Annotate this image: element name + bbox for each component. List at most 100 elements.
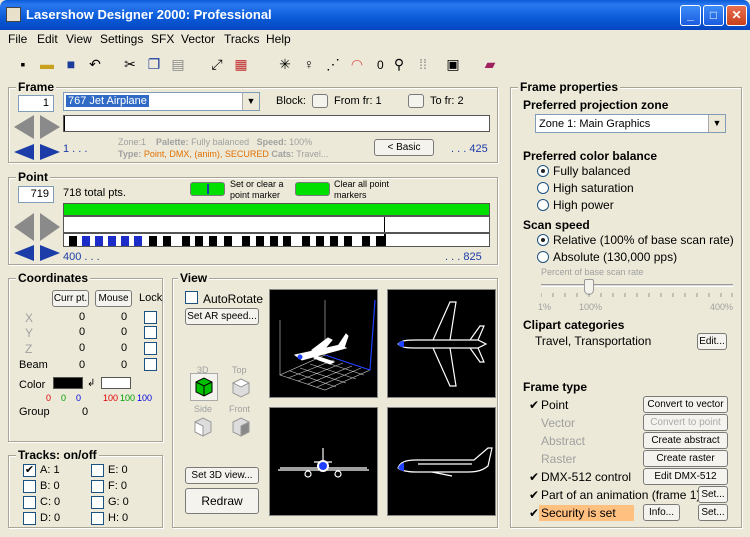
create-raster-button[interactable]: Create raster <box>643 450 728 467</box>
color-swatch-current[interactable] <box>53 377 83 389</box>
point-total: 718 total pts. <box>63 187 126 199</box>
book-icon[interactable]: ▰ <box>481 55 499 73</box>
menu-file[interactable]: File <box>8 32 27 46</box>
menu-vector[interactable]: Vector <box>181 32 215 46</box>
zoom-icon[interactable]: ⚲ <box>390 55 408 73</box>
color-swatch-mouse[interactable] <box>101 377 131 389</box>
frame-timeline[interactable] <box>63 115 490 132</box>
view-3d-button[interactable] <box>190 373 218 401</box>
track-a-checkbox[interactable]: ✔ <box>23 464 36 477</box>
point-track-top[interactable] <box>63 216 490 233</box>
edit-dmx-button[interactable]: Edit DMX-512 <box>643 468 728 485</box>
open-icon[interactable]: ▬ <box>38 55 56 73</box>
convert-to-vector-button[interactable]: Convert to vector <box>643 396 728 413</box>
coord-beam-label: Beam <box>19 359 48 371</box>
palette-icon[interactable]: ▦ <box>232 55 250 73</box>
convert-to-point-button[interactable]: Convert to point <box>643 414 728 431</box>
clear-markers-button[interactable] <box>295 182 330 196</box>
point-nav-arrows[interactable] <box>12 213 62 263</box>
menu-tracks[interactable]: Tracks <box>224 32 260 46</box>
sparkle-icon[interactable]: ✳ <box>276 55 294 73</box>
radio-relative[interactable] <box>537 234 549 246</box>
viewport-front[interactable] <box>269 407 378 516</box>
radio-fully-balanced[interactable] <box>537 165 549 177</box>
radio-high-saturation[interactable] <box>537 182 549 194</box>
lock-beam-checkbox[interactable] <box>144 358 157 371</box>
frame-name-combo[interactable]: 767 Jet Airplane ▼ <box>63 92 260 111</box>
type-point-label: Point <box>541 398 569 412</box>
track-d-checkbox[interactable] <box>23 512 36 525</box>
copy-icon[interactable]: ❐ <box>145 55 163 73</box>
autorotate-checkbox[interactable] <box>185 291 198 304</box>
view-front-button[interactable] <box>228 414 254 440</box>
frame-nav-arrows[interactable] <box>12 115 62 161</box>
track-h-checkbox[interactable] <box>91 512 104 525</box>
tracks-title: Tracks: on/off <box>16 448 99 462</box>
radio-high-power[interactable] <box>537 199 549 211</box>
new-icon[interactable]: ▪ <box>14 55 32 73</box>
slider-label: Percent of base scan rate <box>541 267 644 277</box>
security-info-button[interactable]: Info... <box>643 504 680 521</box>
frame-number[interactable]: 1 <box>18 95 54 112</box>
chevron-down-icon[interactable]: ▼ <box>708 115 725 132</box>
coord-y-a: 0 <box>79 326 86 338</box>
grid-icon[interactable]: ⁞⁞ <box>414 55 432 73</box>
fit-icon[interactable]: ⤢ <box>208 55 226 73</box>
track-c-checkbox[interactable] <box>23 496 36 509</box>
lock-x-checkbox[interactable] <box>144 311 157 324</box>
animation-set-button[interactable]: Set... <box>698 486 728 503</box>
close-button[interactable]: ✕ <box>726 5 747 26</box>
figure-icon[interactable]: ♀ <box>300 55 318 73</box>
rainbow-icon[interactable]: ◠ <box>348 55 366 73</box>
scan-slider-track[interactable] <box>541 284 733 287</box>
menu-edit[interactable]: Edit <box>37 32 58 46</box>
viewport-top[interactable] <box>387 289 496 398</box>
check-security-icon: ✔ <box>529 506 540 520</box>
maximize-button[interactable]: □ <box>703 5 724 26</box>
point-track-bottom[interactable] <box>63 233 490 247</box>
point-marker-bar[interactable] <box>63 203 490 216</box>
undo-icon[interactable]: ↶ <box>86 55 104 73</box>
track-e-checkbox[interactable] <box>91 464 104 477</box>
view-side-button[interactable] <box>190 414 216 440</box>
viewport-3d[interactable] <box>269 289 378 398</box>
paste-icon[interactable]: ▤ <box>169 55 187 73</box>
clipart-edit-button[interactable]: Edit... <box>697 333 727 350</box>
zone-select[interactable]: Zone 1: Main Graphics ▼ <box>535 114 726 133</box>
cut-icon[interactable]: ✂ <box>121 55 139 73</box>
clipart-heading: Clipart categories <box>523 318 625 332</box>
slider-tick-min: 1% <box>538 302 552 312</box>
dots-icon[interactable]: ⋰ <box>324 55 342 73</box>
security-set-button[interactable]: Set... <box>698 504 728 521</box>
menu-view[interactable]: View <box>66 32 92 46</box>
radio-absolute[interactable] <box>537 251 549 263</box>
menu-sfx[interactable]: SFX <box>151 32 174 46</box>
minimize-button[interactable]: _ <box>680 5 701 26</box>
point-number[interactable]: 719 <box>18 186 54 203</box>
menu-settings[interactable]: Settings <box>100 32 143 46</box>
view-top-button[interactable] <box>228 375 254 401</box>
track-c-label: C: 0 <box>40 496 61 508</box>
viewport-side[interactable] <box>387 407 496 516</box>
mouse-button[interactable]: Mouse <box>95 290 132 307</box>
curr-pt-button[interactable]: Curr pt. <box>52 290 89 307</box>
menu-help[interactable]: Help <box>266 32 291 46</box>
group-value: 0 <box>82 406 89 418</box>
chevron-down-icon[interactable]: ▼ <box>242 93 259 110</box>
save-icon[interactable]: ■ <box>62 55 80 73</box>
basic-button[interactable]: < Basic <box>374 139 434 156</box>
track-b-checkbox[interactable] <box>23 480 36 493</box>
set-ar-speed-button[interactable]: Set AR speed... <box>185 308 259 325</box>
monitor-icon[interactable]: ▣ <box>444 55 462 73</box>
set-3d-view-button[interactable]: Set 3D view... <box>185 467 259 484</box>
redraw-button[interactable]: Redraw <box>185 488 259 514</box>
track-g-checkbox[interactable] <box>91 496 104 509</box>
from-button[interactable] <box>312 94 328 108</box>
to-button[interactable] <box>408 94 424 108</box>
track-f-checkbox[interactable] <box>91 480 104 493</box>
type-dmx-label: DMX-512 control <box>541 470 632 484</box>
create-abstract-button[interactable]: Create abstract <box>643 432 728 449</box>
set-marker-button[interactable] <box>190 182 225 196</box>
lock-y-checkbox[interactable] <box>144 326 157 339</box>
lock-z-checkbox[interactable] <box>144 342 157 355</box>
